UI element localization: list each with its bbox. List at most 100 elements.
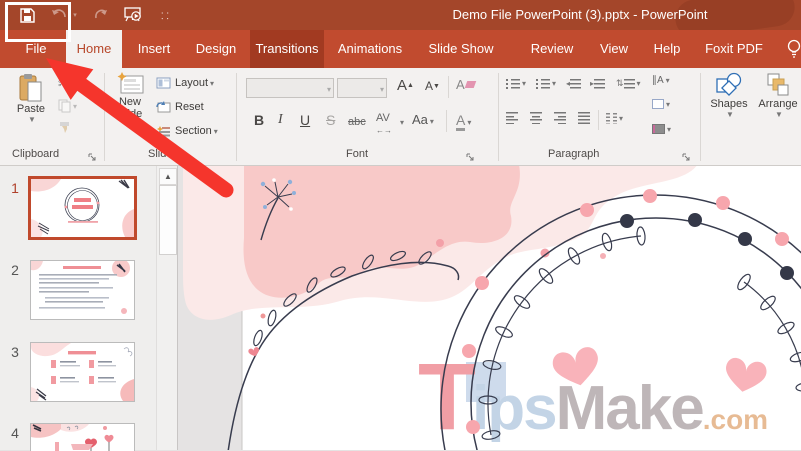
decrease-indent-icon[interactable]: ◂ [566,78,582,89]
section-button[interactable]: Section ▾ [156,125,218,137]
layout-label: Layout [175,77,209,89]
shapes-label: Shapes [710,98,748,110]
slide-1-art [31,179,134,237]
reset-button[interactable]: Reset [156,101,204,113]
paragraph-group-label: Paragraph [548,148,600,160]
font-size-combobox[interactable]: ▾ [337,78,387,98]
align-right-button[interactable] [554,112,566,124]
slide-number: 3 [11,344,19,360]
new-slide-label: New Slide [117,96,143,120]
undo-menu-icon[interactable]: ▾ [72,6,78,24]
underline-button[interactable]: U [300,112,310,128]
thumbnail-row-4[interactable]: 4 [0,423,135,451]
font-group-label: Font [346,148,369,160]
font-dialog-launcher[interactable] [466,149,476,161]
slide-4-art [31,424,134,451]
italic-button[interactable]: I [278,112,283,128]
copy-icon[interactable]: ▾ [58,99,77,113]
slide-number: 4 [11,425,19,441]
customize-qat-icon[interactable]: ⸬ [156,6,174,24]
wreath-dark-dots [620,213,794,280]
bullets-button[interactable]: ▾ [506,78,526,89]
font-name-combobox[interactable]: ▾ [246,78,334,98]
title-bar: ▾ ⸬ Demo File PowerPoint (3).pptx - Powe… [0,0,801,41]
arrange-button[interactable]: Arrange ▼ [754,72,801,119]
layout-button[interactable]: Layout ▾ [156,77,214,89]
section-label: Section [175,125,212,137]
left-heart [550,345,603,391]
slide-foreground-art [227,178,801,450]
align-left-button[interactable] [506,112,518,124]
ribbon: Paste ▼ ✂ ▾ Clipboard New Slide ▼ Layout… [0,68,801,166]
paragraph-dialog-launcher[interactable] [682,149,692,161]
workspace: 1 2 3 4 ▲ TipsMake.com [0,166,801,451]
reset-icon [156,101,171,113]
arrange-icon [767,73,789,96]
columns-button[interactable]: ▾ [606,113,623,124]
slides-group-label: Slides [148,148,178,160]
dandelion-doodle [260,181,293,241]
tab-help[interactable]: Help [644,30,690,68]
line-spacing-button[interactable]: ⇅ ▾ [616,78,641,89]
text-direction-button[interactable]: ∥A ▾ [652,75,670,86]
tab-insert[interactable]: Insert [128,30,180,68]
increase-font-size-button[interactable]: A ▲ [397,77,414,94]
slide-4-thumbnail[interactable] [30,423,135,451]
font-color-button[interactable]: A ▾ [456,112,471,131]
clipboard-dialog-launcher[interactable] [88,149,98,161]
shapes-icon [716,72,742,96]
thumbnail-row-2[interactable]: 2 [0,260,135,320]
start-slideshow-icon[interactable] [124,6,142,24]
justify-button[interactable] [578,112,590,124]
thumbnail-row-1[interactable]: 1 [0,176,137,240]
thumbnail-scrollbar[interactable]: ▲ [156,166,178,450]
slide-canvas[interactable]: TipsMake.com [178,166,801,450]
increase-indent-icon[interactable]: ▸ [590,78,606,89]
scrollbar-up-arrow[interactable]: ▲ [159,168,177,185]
tab-view[interactable]: View [590,30,638,68]
decrease-font-size-button[interactable]: A ▼ [425,79,440,93]
strikethrough-button[interactable]: S [326,112,335,128]
slide-number: 1 [11,180,19,196]
paste-label: Paste [16,103,46,115]
paste-button[interactable]: Paste ▼ [8,73,54,124]
text-shadow-abc-button[interactable]: abc [348,116,366,128]
scrollbar-thumb[interactable] [159,185,177,255]
convert-smartart-button[interactable]: ▾ [652,124,671,134]
clear-formatting-button[interactable]: A [456,77,476,92]
align-text-button[interactable]: ▾ [652,99,670,109]
new-slide-button[interactable]: New Slide ▼ [108,72,152,129]
tab-home[interactable]: Home [66,30,122,68]
shapes-button[interactable]: Shapes ▼ [706,72,752,119]
slide-3-thumbnail[interactable] [30,342,135,402]
change-case-button[interactable]: Aa ▾ [412,112,434,127]
new-slide-icon [117,72,144,94]
thumbnail-row-3[interactable]: 3 [0,342,135,402]
tab-slide-show[interactable]: Slide Show [420,30,502,68]
character-spacing-button[interactable]: AV ←→ [376,112,392,136]
tab-foxit-pdf[interactable]: Foxit PDF [698,30,770,68]
slide-2-thumbnail[interactable] [30,260,135,320]
numbering-button[interactable]: ▾ [536,78,556,89]
cut-icon[interactable]: ✂ [58,76,69,92]
section-icon [157,126,170,137]
clipboard-group-label: Clipboard [12,148,60,160]
file-tab-highlight-box [5,2,71,42]
format-painter-icon[interactable] [58,121,71,134]
redo-icon[interactable] [92,6,110,24]
paste-dropdown-arrow: ▼ [28,115,36,124]
tab-design[interactable]: Design [186,30,246,68]
slide-1-thumbnail[interactable] [28,176,137,240]
wreath-leaf-vine [478,226,801,440]
arrange-label: Arrange [758,98,798,110]
tab-review[interactable]: Review [520,30,584,68]
align-center-button[interactable] [530,112,542,124]
tab-animations[interactable]: Animations [330,30,410,68]
tab-transitions[interactable]: Transitions [250,30,324,68]
right-heart [722,356,769,396]
ribbon-tab-bar: File Home Insert Design Transitions Anim… [0,30,801,68]
slide-number: 2 [11,262,19,278]
bold-button[interactable]: B [254,112,264,128]
tell-me-lightbulb-icon[interactable] [786,38,801,65]
slide-2-art [31,261,134,319]
